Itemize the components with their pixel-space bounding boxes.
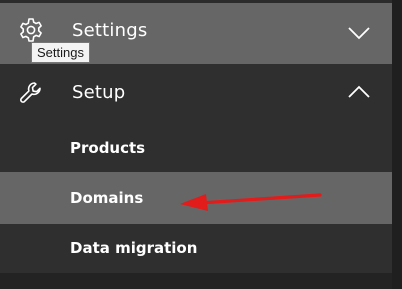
- panel-edge: [392, 0, 402, 289]
- wrench-icon: [18, 80, 44, 106]
- subnav-item-data-migration-label: Data migration: [70, 239, 198, 257]
- subnav-item-products-label: Products: [70, 139, 146, 157]
- subnav-item-domains-label: Domains: [70, 189, 144, 207]
- chevron-down-icon[interactable]: [347, 26, 371, 40]
- chevron-up-icon[interactable]: [347, 85, 371, 99]
- settings-tooltip: Settings: [31, 42, 90, 63]
- nav-item-setup[interactable]: [0, 64, 392, 121]
- gear-icon: [18, 17, 44, 43]
- subnav-item-products[interactable]: [0, 121, 392, 172]
- nav-item-settings-label: Settings: [72, 20, 148, 41]
- nav-item-setup-label: Setup: [72, 82, 126, 103]
- nav-panel: Settings Setup Products Domains Data mig…: [0, 0, 402, 289]
- red-arrow-icon: [178, 189, 324, 215]
- bottom-divider: [0, 273, 392, 289]
